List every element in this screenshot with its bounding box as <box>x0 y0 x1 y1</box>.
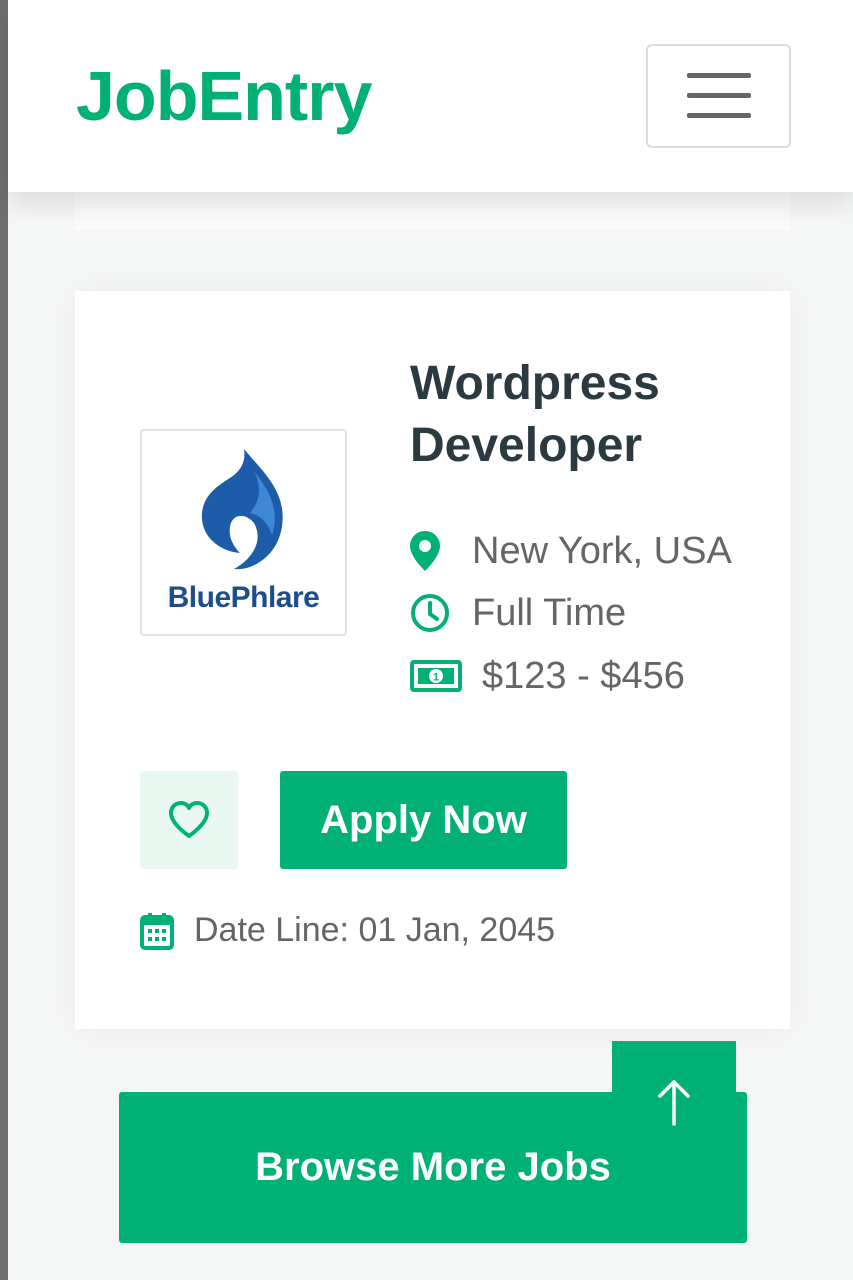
company-logo: BluePhlare <box>140 429 347 636</box>
back-to-top-button[interactable] <box>612 1041 736 1165</box>
navbar: JobEntry <box>8 0 853 192</box>
job-title[interactable]: Wordpress Developer <box>410 353 770 477</box>
job-location: New York, USA <box>410 526 732 576</box>
heart-icon <box>169 801 209 838</box>
hamburger-menu-icon <box>687 73 751 78</box>
hamburger-line <box>687 113 751 118</box>
job-location-text: New York, USA <box>472 529 732 572</box>
date-line-text: Date Line: 01 Jan, 2045 <box>194 911 556 949</box>
flame-logo-icon <box>201 449 283 570</box>
arrow-up-icon <box>658 1080 690 1126</box>
job-card: BluePhlare Wordpress Developer New York,… <box>75 291 790 1029</box>
job-salary-text: $123 - $456 <box>482 654 685 697</box>
svg-text:1: 1 <box>433 672 439 684</box>
menu-toggle-button[interactable] <box>646 44 791 148</box>
company-logo-text: BluePhlare <box>167 581 320 614</box>
hamburger-line <box>687 93 751 98</box>
money-bill-icon: 1 <box>410 660 472 692</box>
job-type-text: Full Time <box>472 591 627 634</box>
window-edge <box>0 0 8 1280</box>
apply-now-button[interactable]: Apply Now <box>280 771 567 869</box>
job-type: Full Time <box>410 588 626 638</box>
brand-logo[interactable]: JobEntry <box>76 54 372 138</box>
map-marker-icon <box>410 531 462 571</box>
job-salary: 1 $123 - $456 <box>410 651 685 701</box>
favorite-button[interactable] <box>140 771 238 869</box>
clock-icon <box>410 593 462 633</box>
calendar-icon <box>140 912 174 950</box>
date-line: Date Line: 01 Jan, 2045 <box>140 911 555 950</box>
